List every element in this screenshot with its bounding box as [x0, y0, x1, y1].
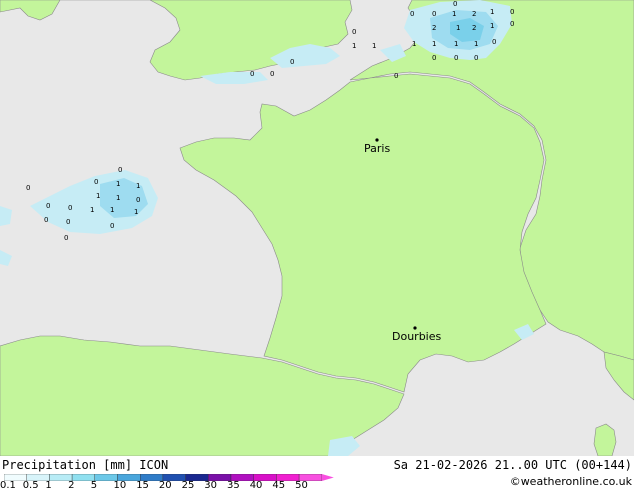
scale-tick-label: 20 [158, 480, 172, 491]
map-value: 1 [432, 40, 436, 48]
scale-arrow [321, 474, 334, 481]
map-value: 0 [118, 166, 122, 174]
map-value: 1 [96, 192, 100, 200]
map-value: 0 [46, 202, 50, 210]
map-value: 1 [136, 182, 140, 190]
map-value: 0 [44, 216, 48, 224]
map-value: 0 [432, 10, 436, 18]
map-value: 0 [410, 10, 414, 18]
map-value: 0 [66, 218, 70, 226]
scale-tick-label: 25 [181, 480, 195, 491]
map-value: 0 [290, 58, 294, 66]
city-label-dourbies: Dourbies [392, 330, 442, 343]
map-value: 1 [116, 194, 120, 202]
map-value: 0 [394, 72, 398, 80]
map-value: 0 [492, 38, 496, 46]
map-value: 1 [490, 22, 494, 30]
map-value: 0 [94, 178, 98, 186]
credit-link[interactable]: ©weatheronline.co.uk [510, 475, 632, 488]
map-value: 1 [412, 40, 416, 48]
map-value: 1 [456, 24, 460, 32]
map-value: 1 [474, 40, 478, 48]
map-value: 1 [352, 42, 356, 50]
map-value: 1 [490, 8, 494, 16]
scale-tick-label: 35 [227, 480, 240, 491]
scale-tick-label: 5 [90, 480, 98, 491]
map-value: 0 [136, 196, 140, 204]
land-corsica [593, 423, 617, 456]
scale-tick-label: 15 [136, 480, 149, 491]
scale-tick-label: 40 [249, 480, 263, 491]
scale-tick-label: 50 [295, 480, 308, 491]
map-value: 0 [510, 20, 514, 28]
legend-footer: Precipitation [mm] ICON Sa 21-02-2026 21… [0, 456, 634, 491]
valid-time: Sa 21-02-2026 21..00 UTC (00+144) [393, 458, 632, 472]
scale-tick-label: 30 [204, 480, 218, 491]
scale-tick-label: 10 [113, 480, 127, 491]
map-value: 1 [116, 180, 120, 188]
map-value: 1 [110, 206, 114, 214]
map-value: 0 [510, 8, 514, 16]
map-value: 0 [432, 54, 436, 62]
map-value: 0 [454, 54, 458, 62]
map-value: 0 [110, 222, 114, 230]
map-value: 0 [453, 0, 457, 8]
scale-tick-label: 45 [272, 480, 286, 491]
city-label-paris: Paris [364, 142, 390, 155]
scale-tick-label: 0.5 [22, 480, 39, 491]
map-value: 0 [26, 184, 30, 192]
map-value: 1 [90, 206, 94, 214]
map-value: 0 [270, 70, 274, 78]
map-value: 0 [64, 234, 68, 242]
map-title: Precipitation [mm] ICON [2, 458, 169, 472]
map-value: 0 [352, 28, 356, 36]
map-value: 1 [452, 10, 456, 18]
map-value: 0 [68, 204, 72, 212]
map-value: 1 [372, 42, 376, 50]
map-value: 1 [134, 208, 138, 216]
map-value: 2 [472, 24, 476, 32]
map-value: 1 [454, 40, 458, 48]
map-value: 2 [432, 24, 436, 32]
map-value: 0 [250, 70, 254, 78]
map-value: 2 [472, 10, 476, 18]
scale-tick-label: 1 [45, 480, 52, 491]
precipitation-map: 0 0 0 1 2 1 0 1 2 1 2 0 1 1 1 1 1 1 0 0 … [0, 0, 634, 456]
scale-tick-label: 0.1 [0, 480, 16, 491]
map-value: 0 [474, 54, 478, 62]
scale-tick-label: 2 [68, 480, 75, 491]
